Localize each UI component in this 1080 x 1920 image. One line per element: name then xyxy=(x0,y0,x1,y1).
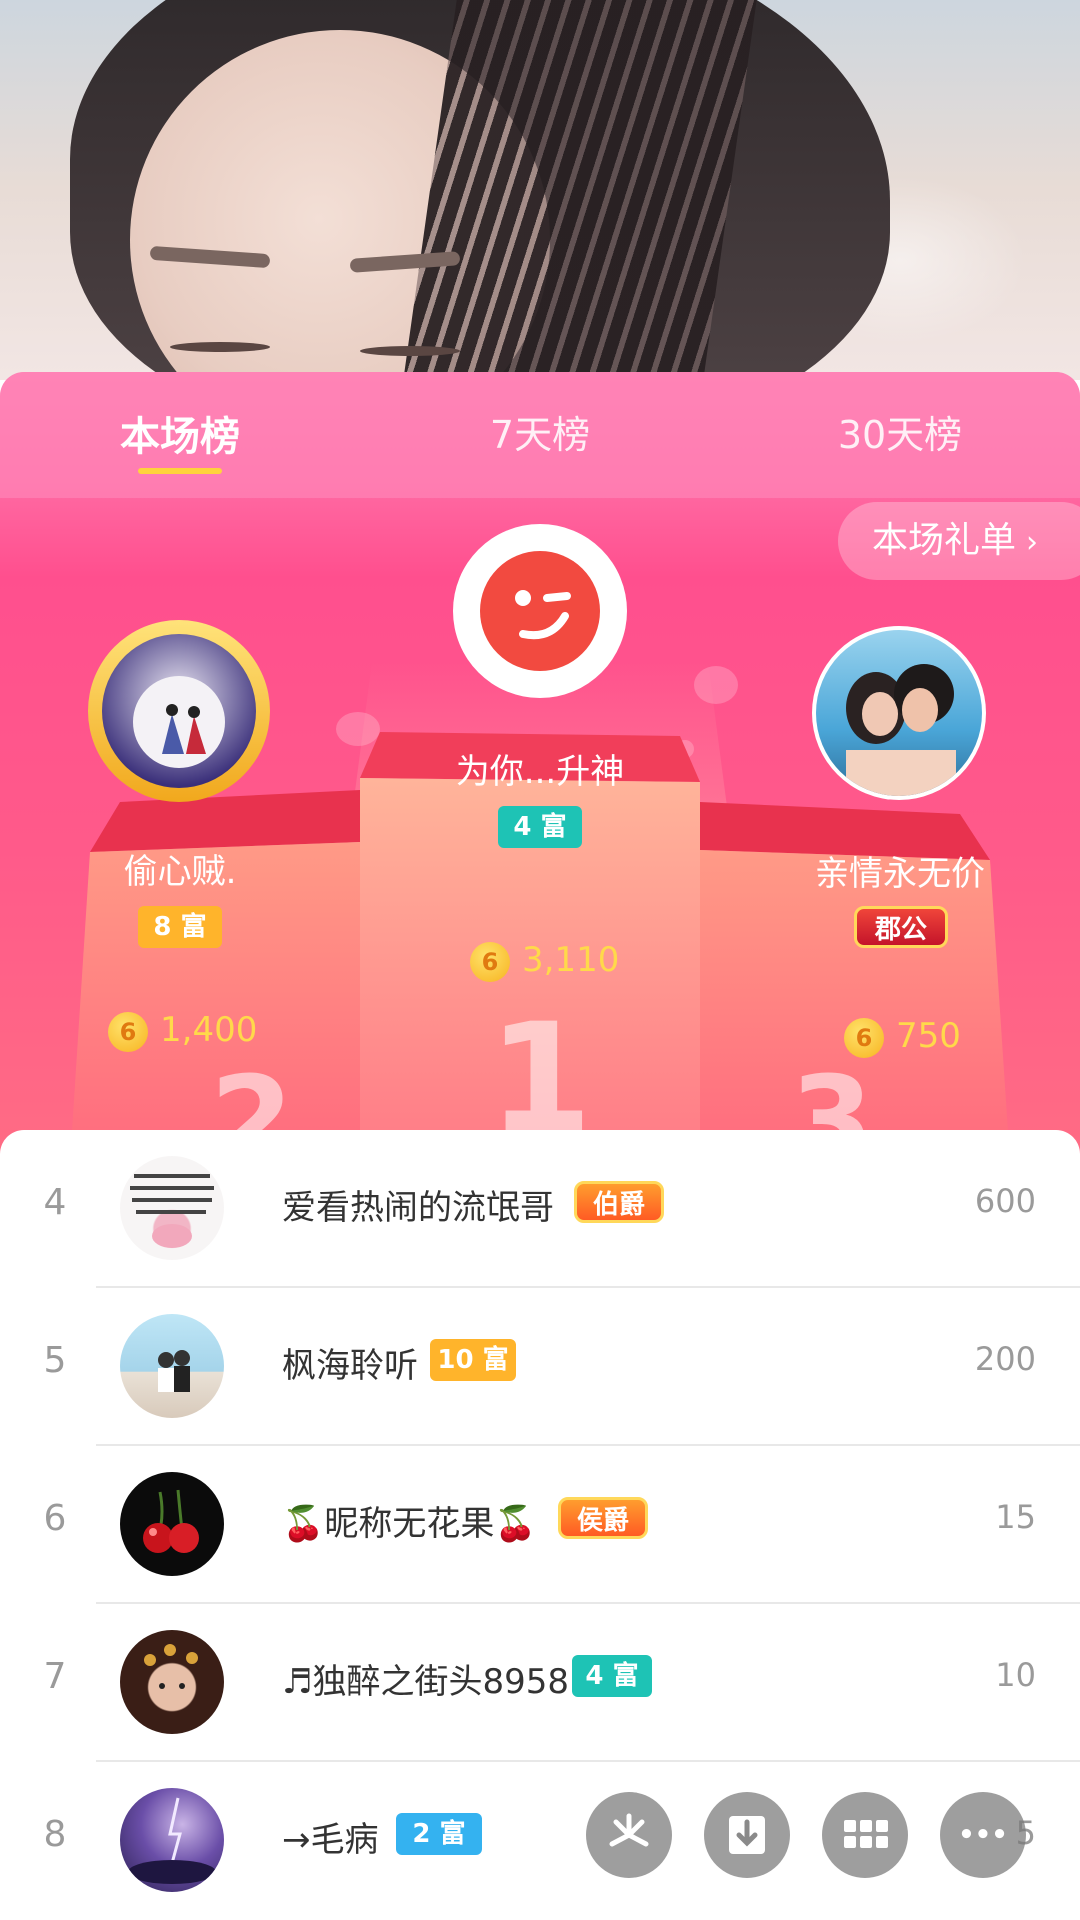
avatar-beach-photo xyxy=(158,1350,190,1392)
tab-this-session[interactable]: 本场榜 xyxy=(50,404,310,462)
grid-menu-button[interactable] xyxy=(822,1792,908,1878)
wealth-badge: 2 富 xyxy=(396,1813,482,1855)
second-place-badge: 8 富 xyxy=(138,906,222,948)
gift-list-button[interactable]: 本场礼单 › xyxy=(838,502,1080,580)
second-place-coins: 1,400 xyxy=(160,1010,258,1050)
chevron-right-icon: › xyxy=(1026,525,1039,560)
podium-2-top xyxy=(90,790,360,852)
rank-number: 7 xyxy=(43,1656,67,1697)
user-name: ♬独醉之街头8958 xyxy=(282,1662,570,1702)
third-place-avatar[interactable] xyxy=(812,626,986,800)
user-name: 枫海聆听 xyxy=(282,1346,418,1386)
gift-list-label: 本场礼单 xyxy=(872,520,1017,561)
tab-bar: 本场榜 7天榜 30天榜 xyxy=(0,372,1080,498)
rank-number: 8 xyxy=(43,1814,67,1855)
score: 200 xyxy=(974,1340,1036,1378)
avatar-text-image xyxy=(130,1174,214,1248)
pinwheel-icon xyxy=(609,1813,649,1847)
first-place-coins: 3,110 xyxy=(522,940,620,980)
list-item[interactable]: 5 枫海聆听 10 富 200 xyxy=(0,1288,1080,1446)
list-item[interactable]: 4 爱看热闹的流氓哥 伯爵 600 xyxy=(0,1130,1080,1288)
avatar-illustration xyxy=(133,676,225,768)
user-name: 爱看热闹的流氓哥 xyxy=(282,1188,554,1228)
right-eye xyxy=(360,346,460,356)
avatar-cherry-photo xyxy=(143,1489,199,1553)
active-tab-indicator xyxy=(138,468,222,474)
first-place-avatar[interactable] xyxy=(453,524,627,698)
avatar xyxy=(120,1156,224,1260)
avatar xyxy=(120,1788,224,1892)
more-button[interactable]: ••• xyxy=(940,1792,1026,1878)
coin-icon: 6 xyxy=(844,1018,884,1058)
third-place-coins: 750 xyxy=(896,1016,961,1056)
avatar xyxy=(120,1630,224,1734)
avatar-opera-photo xyxy=(144,1644,198,1689)
noble-badge: 侯爵 xyxy=(558,1497,648,1539)
first-place-badge: 4 富 xyxy=(498,806,582,848)
list-item[interactable]: 8 →毛病 2 富 5 xyxy=(0,1762,1080,1920)
avatar xyxy=(120,1314,224,1418)
score: 600 xyxy=(974,1182,1036,1220)
third-place-name: 亲情永无价 xyxy=(815,854,985,894)
user-name: 🍒昵称无花果🍒 xyxy=(282,1504,537,1544)
avatar xyxy=(120,1472,224,1576)
list-item[interactable]: 6 🍒昵称无花果🍒 侯爵 15 xyxy=(0,1446,1080,1604)
streamer-photo xyxy=(0,0,1080,380)
coin-icon: 6 xyxy=(470,942,510,982)
third-place-badge: 郡公 xyxy=(854,906,948,948)
wealth-badge: 4 富 xyxy=(572,1655,652,1697)
avatar-sky-photo xyxy=(128,1797,216,1884)
hair-strands xyxy=(397,0,763,380)
tab-7-days[interactable]: 7天榜 xyxy=(410,404,670,459)
ranking-list: 4 爱看热闹的流氓哥 伯爵 600 5 枫海聆听 10 富 200 6 🍒昵称无… xyxy=(0,1130,1080,1920)
default-avatar xyxy=(465,536,615,686)
second-place-name: 偷心贼. xyxy=(123,852,237,892)
download-button[interactable] xyxy=(704,1792,790,1878)
second-place-avatar[interactable] xyxy=(88,620,270,802)
first-place-name: 为你...升神 xyxy=(455,752,625,792)
list-item[interactable]: 7 ♬独醉之街头8958 4 富 10 xyxy=(0,1604,1080,1762)
download-icon xyxy=(729,1816,765,1854)
score: 15 xyxy=(995,1498,1036,1536)
pinwheel-button[interactable] xyxy=(586,1792,672,1878)
rank-number: 5 xyxy=(43,1340,67,1381)
more-icon: ••• xyxy=(958,1820,1008,1850)
avatar-couple-photo xyxy=(846,664,956,796)
noble-badge: 伯爵 xyxy=(574,1181,664,1223)
rank-number: 4 xyxy=(43,1182,67,1223)
left-eye xyxy=(170,342,270,352)
grid-icon xyxy=(844,1820,888,1848)
wealth-badge: 10 富 xyxy=(430,1339,516,1381)
user-name: →毛病 xyxy=(282,1820,379,1860)
tab-30-days[interactable]: 30天榜 xyxy=(770,404,1030,459)
coin-icon: 6 xyxy=(108,1012,148,1052)
ranking-panel: 本场榜 7天榜 30天榜 本场礼单 › 1 2 3 为你...升神 4 富 6 … xyxy=(0,372,1080,1162)
rank-number: 6 xyxy=(43,1498,67,1539)
score: 10 xyxy=(995,1656,1036,1694)
avatar-image xyxy=(816,630,982,796)
wink-face-icon xyxy=(480,551,600,671)
avatar-image xyxy=(102,634,256,788)
